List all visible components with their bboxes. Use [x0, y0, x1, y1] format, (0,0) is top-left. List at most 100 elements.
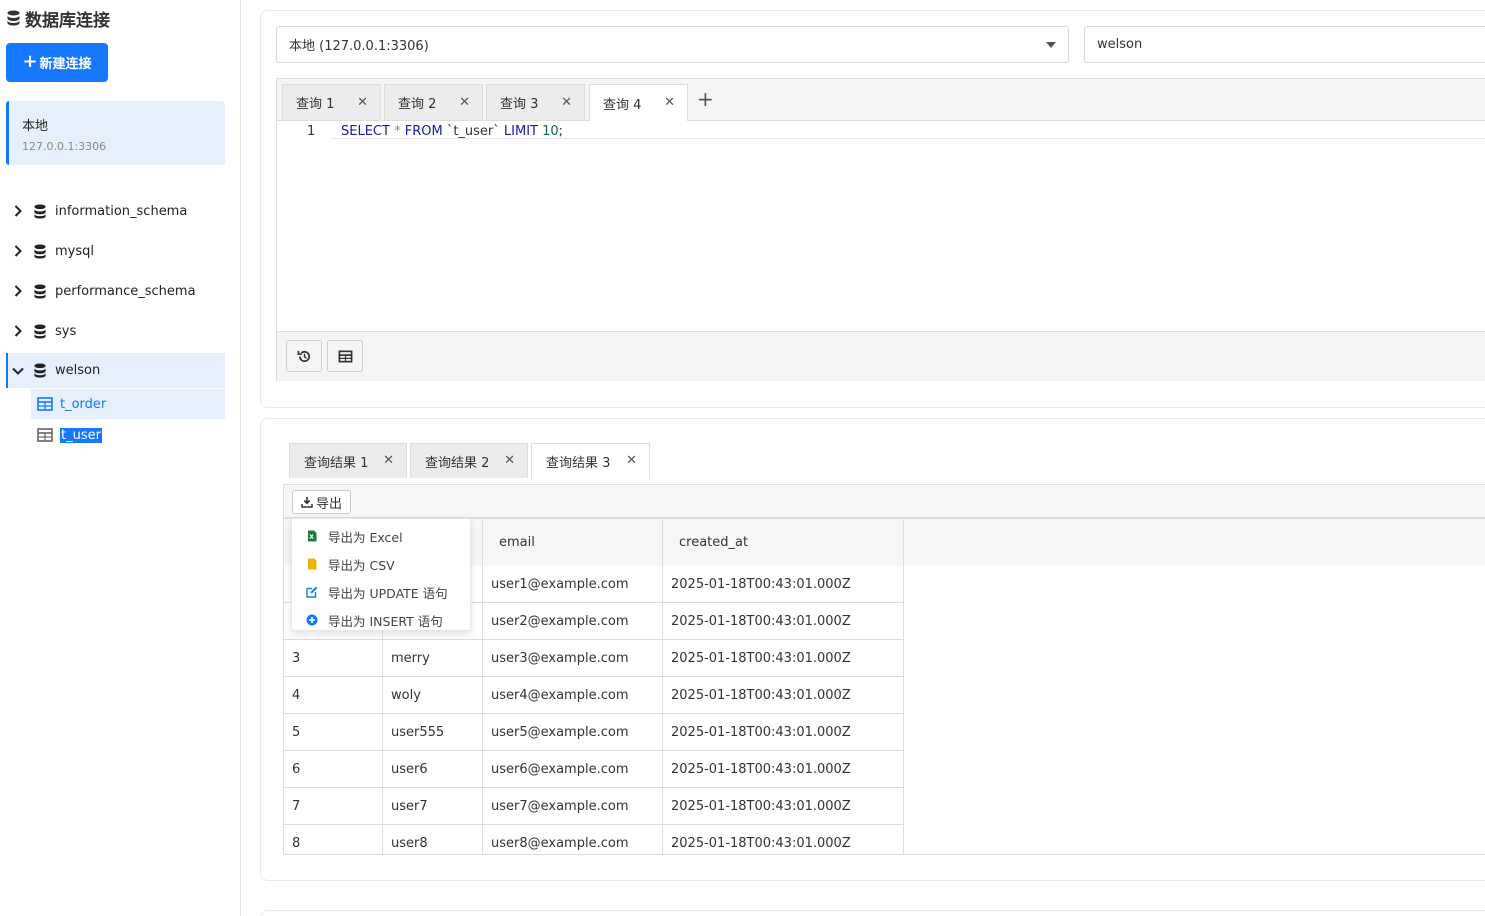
cell-email[interactable]: user2@example.com: [483, 603, 663, 640]
cell-username[interactable]: user8: [383, 825, 483, 854]
database-select[interactable]: welson: [1084, 26, 1485, 63]
csv-file-icon: [308, 558, 317, 570]
download-icon: [301, 497, 313, 508]
tab-query-4[interactable]: 查询 4 ✕: [589, 84, 688, 121]
db-item-welson[interactable]: welson: [6, 353, 225, 388]
sql-editor[interactable]: 1 SELECT * FROM `t_user` LIMIT 10;: [277, 121, 1485, 331]
cell-created-at[interactable]: 2025-01-18T00:43:01.000Z: [663, 788, 904, 825]
export-excel-item[interactable]: 导出为 Excel: [292, 522, 470, 550]
new-connection-button[interactable]: + 新建连接: [6, 43, 108, 82]
cell-email[interactable]: user4@example.com: [483, 677, 663, 714]
excel-file-icon: [308, 530, 317, 542]
cell-email[interactable]: user3@example.com: [483, 640, 663, 677]
tab-query-3[interactable]: 查询 3 ✕: [486, 84, 585, 120]
connection-select[interactable]: 本地 (127.0.0.1:3306): [276, 26, 1069, 63]
table-item-t-order[interactable]: t_order: [31, 389, 225, 419]
tab-query-1[interactable]: 查询 1 ✕: [282, 84, 381, 120]
db-item-label: performance_schema: [55, 283, 196, 299]
cell-created-at[interactable]: 2025-01-18T00:43:01.000Z: [663, 714, 904, 751]
tab-result-1[interactable]: 查询结果 1 ✕: [289, 443, 407, 478]
chevron-right-icon[interactable]: [9, 285, 27, 297]
export-button[interactable]: 导出: [292, 490, 351, 514]
table-row[interactable]: 8 user8 user8@example.com 2025-01-18T00:43:…: [284, 825, 904, 854]
plus-circle-icon: [306, 614, 318, 626]
plus-icon: +: [22, 50, 38, 72]
close-icon[interactable]: ✕: [664, 95, 675, 110]
cell-email[interactable]: user5@example.com: [483, 714, 663, 751]
table-row[interactable]: 6 user6 user6@example.com 2025-01-18T00:43:…: [284, 751, 904, 788]
table-item-t-user[interactable]: t_user: [31, 420, 225, 450]
close-icon[interactable]: ✕: [626, 453, 637, 468]
cell-id[interactable]: 7: [284, 788, 383, 825]
db-item-sys[interactable]: sys: [6, 314, 225, 348]
chevron-right-icon[interactable]: [9, 205, 27, 217]
close-icon[interactable]: ✕: [459, 95, 470, 110]
table-icon: [37, 428, 53, 442]
cell-id[interactable]: 5: [284, 714, 383, 751]
cell-created-at[interactable]: 2025-01-18T00:43:01.000Z: [663, 825, 904, 854]
db-item-information-schema[interactable]: information_schema: [6, 194, 225, 228]
db-item-label: information_schema: [55, 203, 188, 219]
sidebar: 数据库连接 + 新建连接 本地 127.0.0.1:3306 informati…: [0, 0, 241, 916]
table-row[interactable]: 3 merry user3@example.com 2025-01-18T00:43:…: [284, 640, 904, 677]
chevron-right-icon[interactable]: [9, 245, 27, 257]
column-header-email[interactable]: email: [483, 519, 663, 566]
tab-query-2[interactable]: 查询 2 ✕: [384, 84, 483, 120]
cell-id[interactable]: 8: [284, 825, 383, 854]
cell-username[interactable]: user6: [383, 751, 483, 788]
database-icon: [34, 283, 46, 299]
cell-email[interactable]: user6@example.com: [483, 751, 663, 788]
cell-id[interactable]: 6: [284, 751, 383, 788]
chevron-down-icon[interactable]: [9, 367, 27, 375]
editor-toolbar: [277, 331, 1485, 381]
cell-email[interactable]: user7@example.com: [483, 788, 663, 825]
export-update-item[interactable]: 导出为 UPDATE 语句: [292, 578, 470, 606]
export-csv-item[interactable]: 导出为 CSV: [292, 550, 470, 578]
cell-username[interactable]: user555: [383, 714, 483, 751]
cell-email[interactable]: user8@example.com: [483, 825, 663, 854]
tab-result-2[interactable]: 查询结果 2 ✕: [410, 443, 528, 478]
database-icon: [34, 363, 46, 378]
history-button[interactable]: [286, 340, 322, 372]
database-icon: [34, 243, 46, 259]
database-icon: [34, 323, 46, 339]
connection-name: 本地: [22, 119, 49, 134]
close-icon[interactable]: ✕: [383, 453, 394, 468]
line-number: 1: [307, 124, 316, 139]
export-insert-item[interactable]: 导出为 INSERT 语句: [292, 606, 470, 634]
close-icon[interactable]: ✕: [357, 95, 368, 110]
tab-result-3[interactable]: 查询结果 3 ✕: [531, 443, 650, 479]
close-icon[interactable]: ✕: [561, 95, 572, 110]
cell-created-at[interactable]: 2025-01-18T00:43:01.000Z: [663, 677, 904, 714]
cell-username[interactable]: woly: [383, 677, 483, 714]
table-item-label: t_order: [60, 396, 107, 412]
table-icon: [37, 397, 53, 411]
table-row[interactable]: 7 user7 user7@example.com 2025-01-18T00:43:…: [284, 788, 904, 825]
cell-id[interactable]: 3: [284, 640, 383, 677]
cell-email[interactable]: user1@example.com: [483, 566, 663, 603]
cell-created-at[interactable]: 2025-01-18T00:43:01.000Z: [663, 751, 904, 788]
query-tabs: 查询 1 ✕ 查询 2 ✕ 查询 3 ✕ 查询 4 ✕ +: [277, 79, 1485, 121]
sql-code[interactable]: SELECT * FROM `t_user` LIMIT 10;: [341, 124, 563, 139]
edit-icon: [306, 586, 318, 598]
cell-username[interactable]: user7: [383, 788, 483, 825]
add-tab-icon[interactable]: +: [697, 87, 714, 111]
db-item-mysql[interactable]: mysql: [6, 234, 225, 268]
db-item-label: sys: [55, 323, 77, 339]
cell-id[interactable]: 4: [284, 677, 383, 714]
cell-created-at[interactable]: 2025-01-18T00:43:01.000Z: [663, 640, 904, 677]
chevron-right-icon[interactable]: [9, 325, 27, 337]
table-row[interactable]: 5 user555 user5@example.com 2025-01-18T00:4…: [284, 714, 904, 751]
next-panel: [260, 910, 1485, 916]
table-row[interactable]: 4 woly user4@example.com 2025-01-18T00:43:0…: [284, 677, 904, 714]
cell-username[interactable]: merry: [383, 640, 483, 677]
cell-created-at[interactable]: 2025-01-18T00:43:01.000Z: [663, 603, 904, 640]
close-icon[interactable]: ✕: [504, 453, 515, 468]
table-view-button[interactable]: [327, 340, 363, 372]
cell-created-at[interactable]: 2025-01-18T00:43:01.000Z: [663, 566, 904, 603]
database-icon: [7, 10, 20, 26]
column-header-created-at[interactable]: created_at: [663, 519, 904, 566]
results-toolbar: 导出: [283, 484, 1485, 518]
db-item-performance-schema[interactable]: performance_schema: [6, 274, 225, 308]
connection-card[interactable]: 本地 127.0.0.1:3306: [6, 101, 225, 165]
